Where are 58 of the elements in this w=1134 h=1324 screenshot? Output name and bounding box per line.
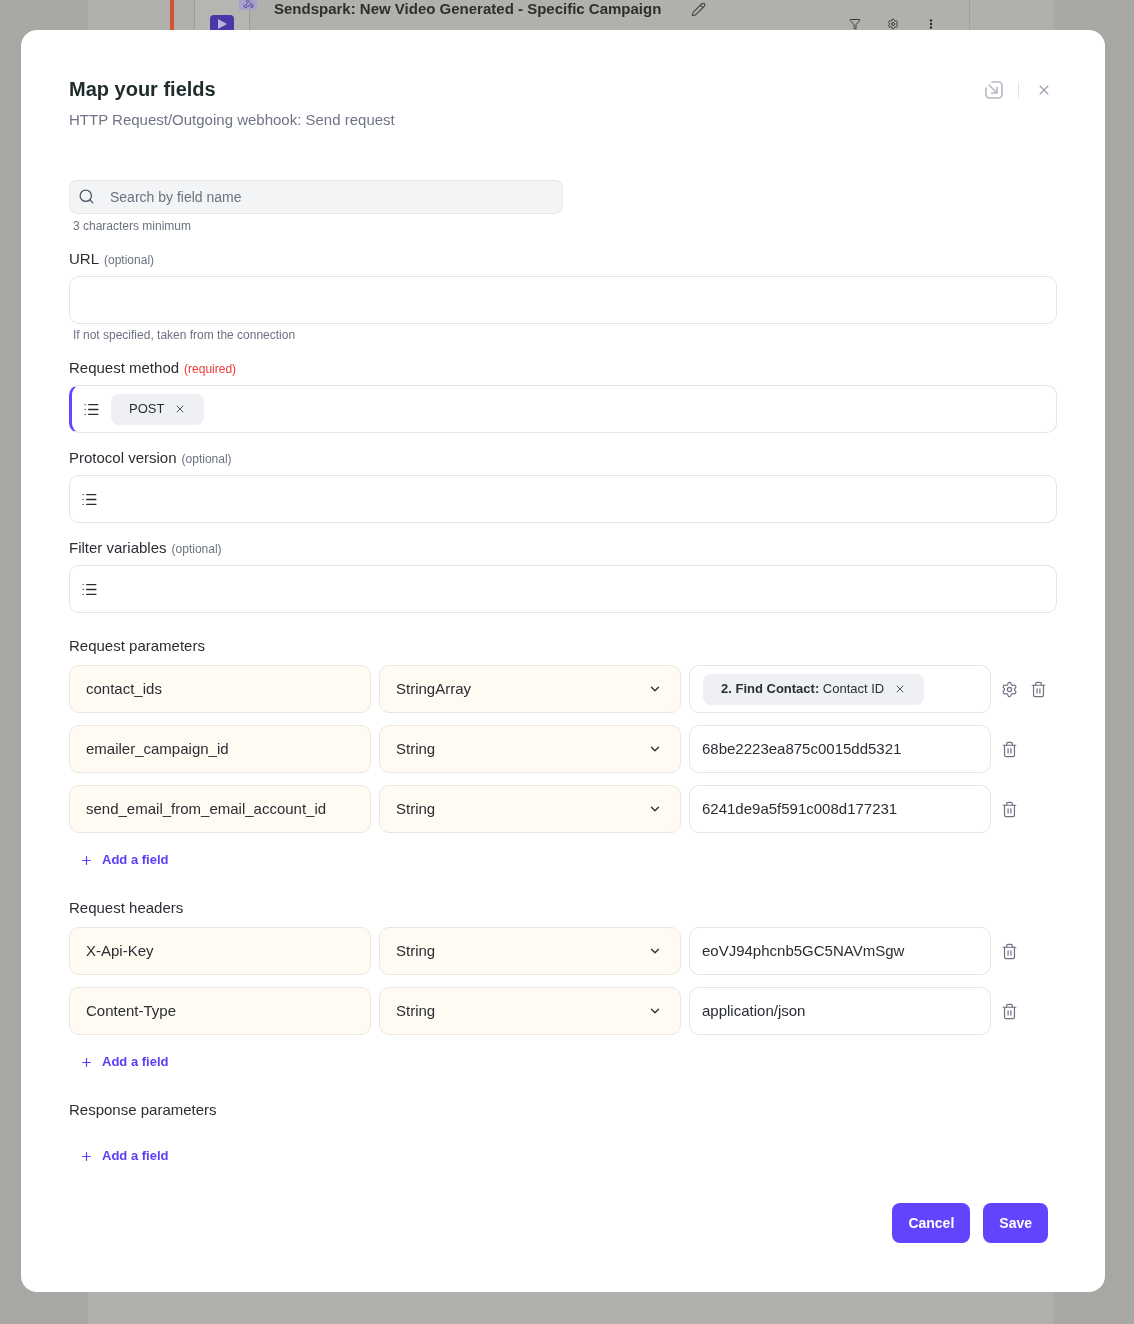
- required-note: (required): [184, 361, 237, 378]
- webhook-badge-icon: [239, 0, 257, 10]
- cancel-button[interactable]: Cancel: [892, 1203, 971, 1243]
- node-title: Sendspark: New Video Generated - Specific Campaign: [274, 0, 662, 18]
- dialog-title: Map your fields: [69, 77, 217, 102]
- gear-icon[interactable]: [887, 18, 899, 30]
- field-label: Filter variables: [69, 538, 167, 558]
- name-field[interactable]: send_email_from_email_account_id: [69, 785, 371, 833]
- delete-icon[interactable]: [1001, 740, 1018, 758]
- add-field-button[interactable]: Add a field: [80, 1146, 169, 1166]
- pencil-icon[interactable]: [691, 1, 707, 17]
- search-field[interactable]: Search by field name: [69, 180, 563, 214]
- add-field-button[interactable]: Add a field: [80, 850, 169, 870]
- section-title: Request parameters: [69, 636, 206, 656]
- delete-icon[interactable]: [1030, 680, 1047, 698]
- search-icon: [78, 188, 95, 205]
- text-field[interactable]: [69, 276, 1057, 324]
- tag-label: 2. Find Contact: Contact ID: [721, 680, 885, 699]
- type-select[interactable]: String: [379, 785, 681, 833]
- plus-icon: [80, 1149, 93, 1163]
- section-title: Response parameters: [69, 1100, 218, 1120]
- type-select[interactable]: String: [379, 927, 681, 975]
- delete-icon[interactable]: [1001, 942, 1018, 960]
- search-hint: 3 characters minimum: [72, 218, 193, 234]
- save-button[interactable]: Save: [983, 1203, 1048, 1243]
- value-field[interactable]: application/json: [689, 987, 991, 1035]
- type-select[interactable]: String: [379, 725, 681, 773]
- plus-icon: [80, 1055, 93, 1069]
- optional-note: (optional): [181, 451, 232, 468]
- optional-note: (optional): [171, 541, 222, 558]
- name-field[interactable]: contact_ids: [69, 665, 371, 713]
- value-field[interactable]: 6241de9a5f591c008d177231: [689, 785, 991, 833]
- list-field[interactable]: POST: [69, 385, 1057, 433]
- name-field[interactable]: Content-Type: [69, 987, 371, 1035]
- plus-icon: [80, 853, 93, 867]
- tag-label: POST: [129, 400, 165, 419]
- value-field[interactable]: 2. Find Contact: Contact ID: [689, 665, 991, 713]
- type-select[interactable]: String: [379, 987, 681, 1035]
- list-field[interactable]: [69, 565, 1057, 613]
- field-label: Protocol version: [69, 448, 177, 468]
- app-logo-icon: [210, 15, 234, 30]
- name-field[interactable]: X-Api-Key: [69, 927, 371, 975]
- funnel-icon[interactable]: [849, 18, 861, 30]
- name-field[interactable]: emailer_campaign_id: [69, 725, 371, 773]
- settings-icon[interactable]: [1001, 680, 1018, 698]
- field-hint: If not specified, taken from the connection: [72, 327, 297, 343]
- optional-note: (optional): [104, 252, 155, 269]
- value-field[interactable]: eoVJ94phcnb5GC5NAVmSgw: [689, 927, 991, 975]
- field-label: URL: [69, 249, 99, 269]
- type-select[interactable]: StringArray: [379, 665, 681, 713]
- list-field[interactable]: [69, 475, 1057, 523]
- delete-icon[interactable]: [1001, 1002, 1018, 1020]
- field-label: Request method: [69, 358, 180, 378]
- section-title: Request headers: [69, 898, 185, 918]
- add-field-button[interactable]: Add a field: [80, 1052, 169, 1072]
- value-field[interactable]: 68be2223ea875c0015dd5321: [689, 725, 991, 773]
- delete-icon[interactable]: [1001, 800, 1018, 818]
- dialog-subtitle: HTTP Request/Outgoing webhook: Send request: [69, 110, 395, 130]
